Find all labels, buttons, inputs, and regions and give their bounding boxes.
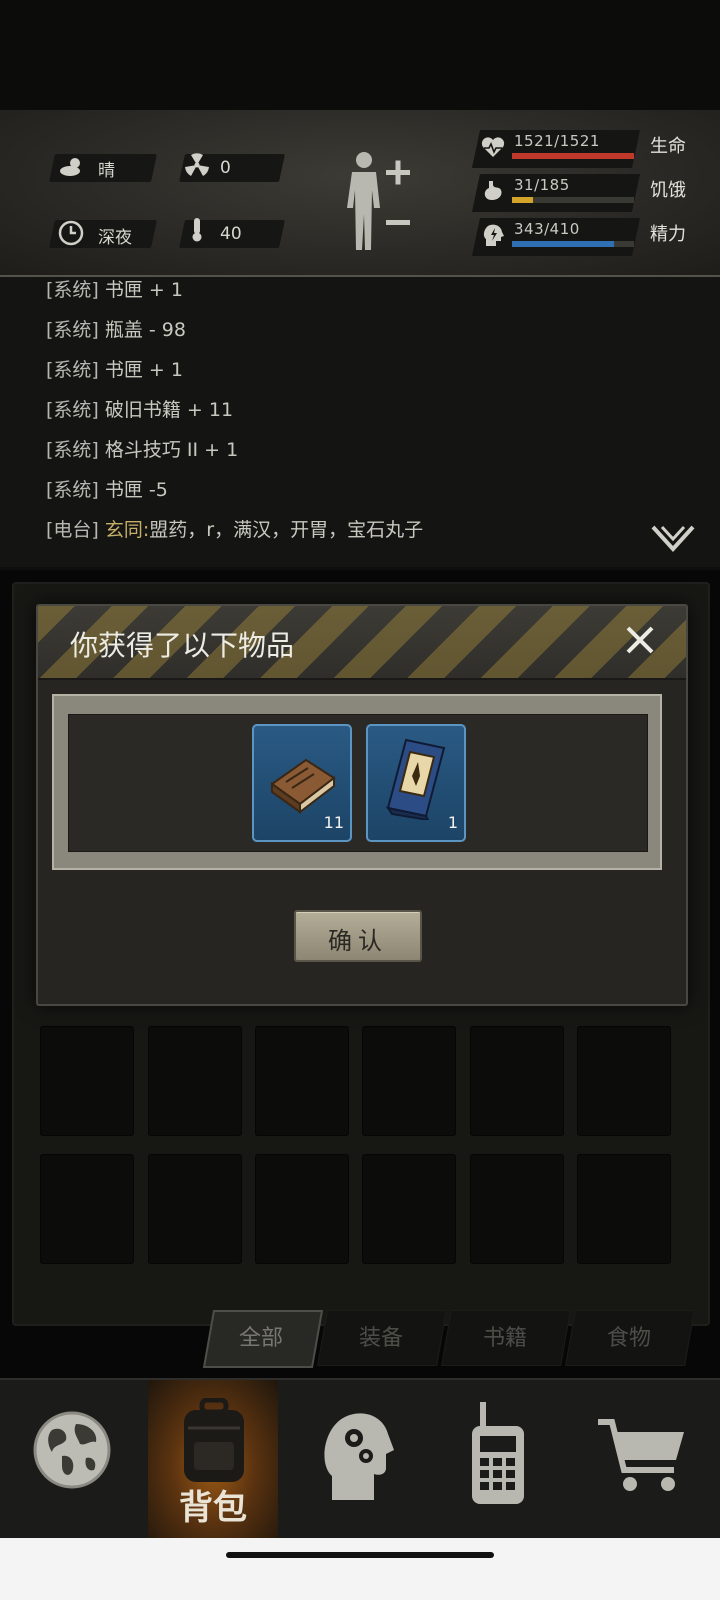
item-count: 11 xyxy=(323,813,344,832)
system-nav-area xyxy=(0,1538,720,1600)
health-bar-track xyxy=(512,153,634,159)
radiation-icon xyxy=(185,153,209,176)
reward-item[interactable]: 1 xyxy=(366,724,466,842)
status-bar xyxy=(0,0,720,110)
nav-skills[interactable] xyxy=(290,1380,420,1538)
log-line: [系统] 书匣 -5 xyxy=(46,479,168,501)
health-bar-fill xyxy=(512,153,634,159)
head-gears-icon xyxy=(324,1413,394,1500)
dialog-header: 你获得了以下物品 xyxy=(38,606,686,680)
temperature-value: 40 xyxy=(220,224,242,244)
health-value: 1521/1521 xyxy=(514,132,600,150)
stomach-icon xyxy=(484,181,502,200)
reward-item[interactable]: 11 xyxy=(252,724,352,842)
item-count: 1 xyxy=(447,813,458,832)
health-label: 生命 xyxy=(650,136,686,157)
shopping-cart-icon xyxy=(598,1419,684,1491)
skill-book-icon xyxy=(385,738,446,820)
nav-world-map[interactable] xyxy=(10,1380,140,1538)
items-container xyxy=(68,714,648,852)
walkie-talkie-icon xyxy=(472,1402,524,1504)
thermometer-icon xyxy=(192,218,202,242)
hunger-label: 饥饿 xyxy=(650,180,686,201)
confirm-button[interactable]: 确认 xyxy=(294,910,422,962)
heart-icon xyxy=(481,137,505,157)
energy-bar-fill xyxy=(512,241,615,247)
energy-value: 343/410 xyxy=(514,220,580,238)
log-line: [系统] 格斗技巧 II + 1 xyxy=(46,439,239,461)
stats-header: 晴 0 深夜 40 1521/1521 生命 31/185 饥饿 343/410… xyxy=(0,110,720,277)
dialog-title: 你获得了以下物品 xyxy=(70,629,295,662)
radiation-value: 0 xyxy=(220,158,231,178)
hunger-bar-fill xyxy=(512,197,533,203)
weather-icon xyxy=(60,158,80,176)
log-line: [系统] 书匣 + 1 xyxy=(46,359,183,381)
log-line: [系统] 书匣 + 1 xyxy=(46,279,183,301)
confirm-label: 确认 xyxy=(328,927,388,955)
hunger-value: 31/185 xyxy=(514,176,570,194)
expand-chevron-icon[interactable] xyxy=(650,523,696,557)
backpack-label: 背包 xyxy=(179,1488,247,1528)
body-status-icon[interactable] xyxy=(340,150,416,254)
message-log[interactable]: [系统] 书匣 + 1 [系统] 瓶盖 - 98 [系统] 书匣 + 1 [系统… xyxy=(0,277,720,567)
weather-text: 晴 xyxy=(98,161,115,181)
energy-bar-track xyxy=(512,241,634,247)
hunger-bar-track xyxy=(512,197,634,203)
log-line: [系统] 瓶盖 - 98 xyxy=(46,319,186,341)
log-line: [电台] 玄同:盟药，r，满汉，开胃，宝石丸子 xyxy=(46,519,424,541)
home-indicator[interactable] xyxy=(226,1552,494,1558)
time-of-day-text: 深夜 xyxy=(98,228,132,248)
nav-radio[interactable] xyxy=(432,1380,562,1538)
energy-label: 精力 xyxy=(650,224,686,245)
energy-head-icon xyxy=(483,224,504,246)
log-line: [系统] 破旧书籍 + 11 xyxy=(46,399,234,421)
globe-icon xyxy=(33,1411,111,1489)
old-book-icon xyxy=(270,758,336,815)
backpack-icon xyxy=(184,1398,244,1482)
nav-shop[interactable] xyxy=(576,1380,706,1538)
clock-icon xyxy=(58,220,84,246)
close-icon[interactable] xyxy=(620,620,660,660)
nav-backpack[interactable]: 背包 xyxy=(148,1380,278,1538)
reward-dialog: 你获得了以下物品 11 1 确认 xyxy=(36,604,688,1006)
items-frame xyxy=(52,694,662,870)
